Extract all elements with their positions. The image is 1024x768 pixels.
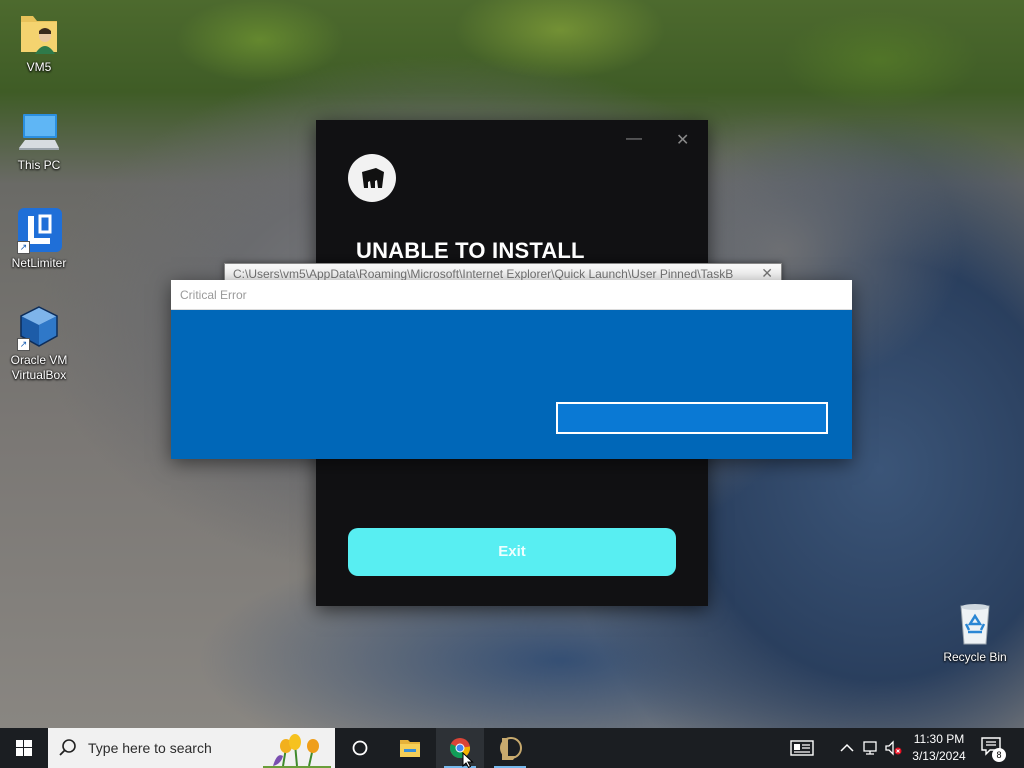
clock-date: 3/13/2024 [912, 749, 966, 763]
chrome-button[interactable] [436, 728, 484, 768]
riot-logo-icon [348, 154, 396, 202]
minimize-button[interactable]: — [626, 130, 642, 148]
league-of-legends-icon [500, 737, 522, 760]
desktop-icon-label: NetLimiter [11, 256, 67, 270]
news-and-interests-icon[interactable] [790, 740, 814, 756]
user-folder-icon [15, 10, 63, 58]
chrome-icon [450, 738, 471, 759]
system-clock[interactable]: 11:30 PM 3/13/2024 [908, 731, 970, 765]
dialog-body [171, 310, 852, 459]
installer-title: UNABLE TO INSTALL [356, 238, 585, 263]
network-icon[interactable] [862, 740, 880, 756]
close-button[interactable]: ✕ [676, 130, 689, 150]
start-button[interactable] [0, 728, 48, 768]
critical-error-dialog: Critical Error [171, 280, 852, 459]
chevron-up-icon[interactable] [838, 740, 856, 756]
search-placeholder: Type here to search [88, 740, 212, 756]
taskbar-search-box[interactable]: Type here to search [48, 728, 335, 768]
desktop-icon-label: VM5 [26, 60, 52, 74]
file-explorer-button[interactable] [386, 728, 434, 768]
search-highlight-flowers-icon [263, 734, 331, 768]
desktop-icon-label: Oracle VM VirtualBox [10, 353, 68, 382]
mouse-cursor-icon [462, 752, 474, 768]
taskbar: Type here to search 11:30 PM 3/13/2024 8 [0, 728, 1024, 768]
dialog-title: Critical Error [171, 280, 852, 310]
path-text: C:\Users\vm5\AppData\Roaming\Microsoft\I… [233, 267, 734, 281]
desktop-icon-netlimiter[interactable]: ↗ NetLimiter [1, 206, 77, 271]
error-input-field[interactable] [556, 402, 828, 434]
computer-icon [15, 108, 63, 156]
cortana-button[interactable] [336, 728, 384, 768]
recycle-bin-icon [951, 600, 999, 648]
desktop-icon-this-pc[interactable]: This PC [1, 108, 77, 173]
desktop-icon-label: Recycle Bin [943, 650, 1007, 664]
shortcut-arrow-icon: ↗ [17, 338, 30, 351]
desktop-icon-vm5[interactable]: VM5 [1, 10, 77, 75]
volume-muted-icon[interactable] [884, 740, 902, 756]
file-explorer-icon [400, 740, 420, 757]
desktop-icon-recycle-bin[interactable]: Recycle Bin [937, 600, 1013, 665]
clock-time: 11:30 PM [913, 732, 965, 746]
desktop-icon-label: This PC [17, 158, 61, 172]
league-of-legends-button[interactable] [486, 728, 534, 768]
search-icon [59, 739, 76, 756]
netlimiter-icon: ↗ [15, 206, 63, 254]
exit-button[interactable]: Exit [348, 528, 676, 576]
virtualbox-icon: ↗ [15, 303, 63, 351]
notification-count-badge: 8 [992, 748, 1006, 762]
desktop-icon-virtualbox[interactable]: ↗ Oracle VM VirtualBox [1, 303, 77, 383]
action-center-button[interactable]: 8 [980, 736, 1008, 762]
shortcut-arrow-icon: ↗ [17, 241, 30, 254]
windows-logo-icon [16, 740, 32, 756]
cortana-icon [352, 740, 368, 756]
